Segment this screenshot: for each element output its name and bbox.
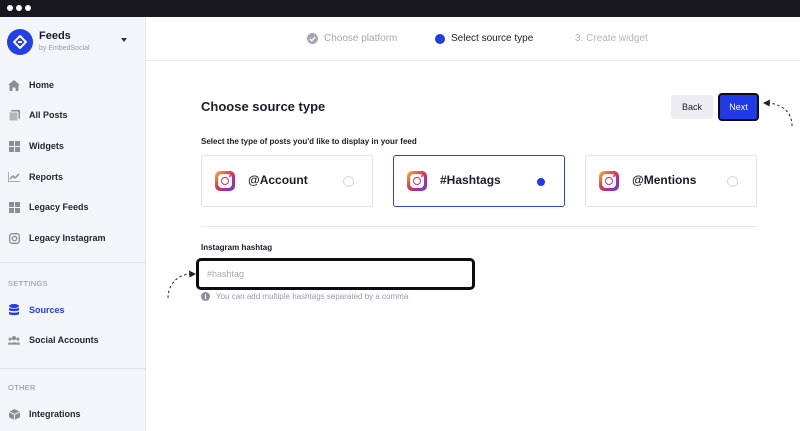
hashtag-field-label: Instagram hashtag [201, 243, 273, 252]
wizard-stepper: Choose platform Select source type 3. Cr… [146, 17, 800, 61]
next-button[interactable]: Next [718, 93, 759, 121]
hint-text: You can add multiple hashtags separated … [216, 292, 409, 301]
dashed-arrow-icon [167, 270, 196, 299]
sidebar-item-label: Home [29, 80, 55, 90]
database-icon [8, 304, 20, 316]
brand-switcher[interactable]: Feeds by EmbedSocial [0, 17, 146, 63]
step-label: Select source type [451, 33, 534, 44]
brand-title: Feeds [39, 30, 71, 42]
section-label-settings: SETTINGS [8, 279, 48, 288]
option-card-account[interactable]: @Account [201, 155, 373, 207]
instagram-outline-icon [8, 232, 20, 244]
chevron-down-icon [121, 38, 127, 42]
posts-icon [8, 109, 20, 121]
sidebar-item-label: Integrations [29, 409, 81, 419]
option-card-mentions[interactable]: @Mentions [585, 155, 757, 207]
content-divider [201, 226, 757, 227]
integrations-icon [8, 408, 20, 420]
page-title: Choose source type [201, 99, 326, 114]
option-card-hashtags[interactable]: #Hashtags [393, 155, 565, 207]
sidebar-item-label: Sources [29, 305, 65, 315]
window-dot-icon [25, 5, 31, 11]
sidebar-item-sources[interactable]: Sources [0, 299, 146, 321]
sidebar: Feeds by EmbedSocial Home All Posts Widg… [0, 17, 146, 431]
info-icon: i [201, 292, 210, 301]
sidebar-item-home[interactable]: Home [0, 74, 146, 96]
sidebar-item-integrations[interactable]: Integrations [0, 403, 146, 425]
sidebar-item-legacy-instagram[interactable]: Legacy Instagram [0, 227, 146, 249]
window-dot-icon [16, 5, 22, 11]
option-label: #Hashtags [440, 173, 501, 187]
step-label: 3. Create widget [575, 33, 648, 44]
sidebar-divider [0, 368, 146, 369]
home-icon [8, 79, 20, 91]
brand-subtitle: by EmbedSocial [39, 45, 90, 52]
option-label: @Account [248, 173, 308, 187]
step-create-widget[interactable]: 3. Create widget [575, 33, 648, 44]
step-choose-platform[interactable]: Choose platform [307, 33, 397, 44]
widgets-icon [8, 140, 20, 152]
users-icon [8, 334, 20, 346]
check-circle-icon [307, 33, 318, 44]
step-select-source-type[interactable]: Select source type [435, 33, 533, 44]
radio-button[interactable] [727, 176, 738, 187]
instagram-icon [407, 171, 427, 191]
sidebar-item-widgets[interactable]: Widgets [0, 135, 146, 157]
sidebar-item-label: Legacy Instagram [29, 233, 106, 243]
hashtag-input[interactable] [196, 258, 475, 290]
back-button[interactable]: Back [671, 95, 713, 119]
sidebar-item-label: Social Accounts [29, 335, 99, 345]
sidebar-item-all-posts[interactable]: All Posts [0, 104, 146, 126]
window-titlebar [0, 0, 800, 17]
current-step-dot-icon [435, 33, 445, 44]
sidebar-item-label: Legacy Feeds [29, 202, 89, 212]
sidebar-item-social-accounts[interactable]: Social Accounts [0, 329, 146, 351]
sidebar-divider [0, 262, 146, 263]
embedsocial-logo-icon [7, 29, 33, 55]
radio-button[interactable] [343, 176, 354, 187]
sidebar-item-reports[interactable]: Reports [0, 166, 146, 188]
field-hint: i You can add multiple hashtags separate… [201, 292, 408, 301]
option-label: @Mentions [632, 173, 697, 187]
radio-button[interactable] [535, 176, 546, 187]
reports-icon [8, 171, 20, 183]
dashed-arrow-icon [763, 99, 793, 127]
sidebar-item-legacy-feeds[interactable]: Legacy Feeds [0, 196, 146, 218]
section-label-other: OTHER [8, 383, 36, 392]
legacy-feeds-icon [8, 201, 20, 213]
instagram-icon [215, 171, 235, 191]
section-subtitle: Select the type of posts you'd like to d… [201, 137, 417, 146]
sidebar-item-label: Widgets [29, 141, 64, 151]
sidebar-item-label: Reports [29, 172, 64, 182]
step-label: Choose platform [324, 33, 398, 44]
instagram-icon [599, 171, 619, 191]
window-dot-icon [7, 5, 13, 11]
sidebar-item-label: All Posts [29, 110, 68, 120]
